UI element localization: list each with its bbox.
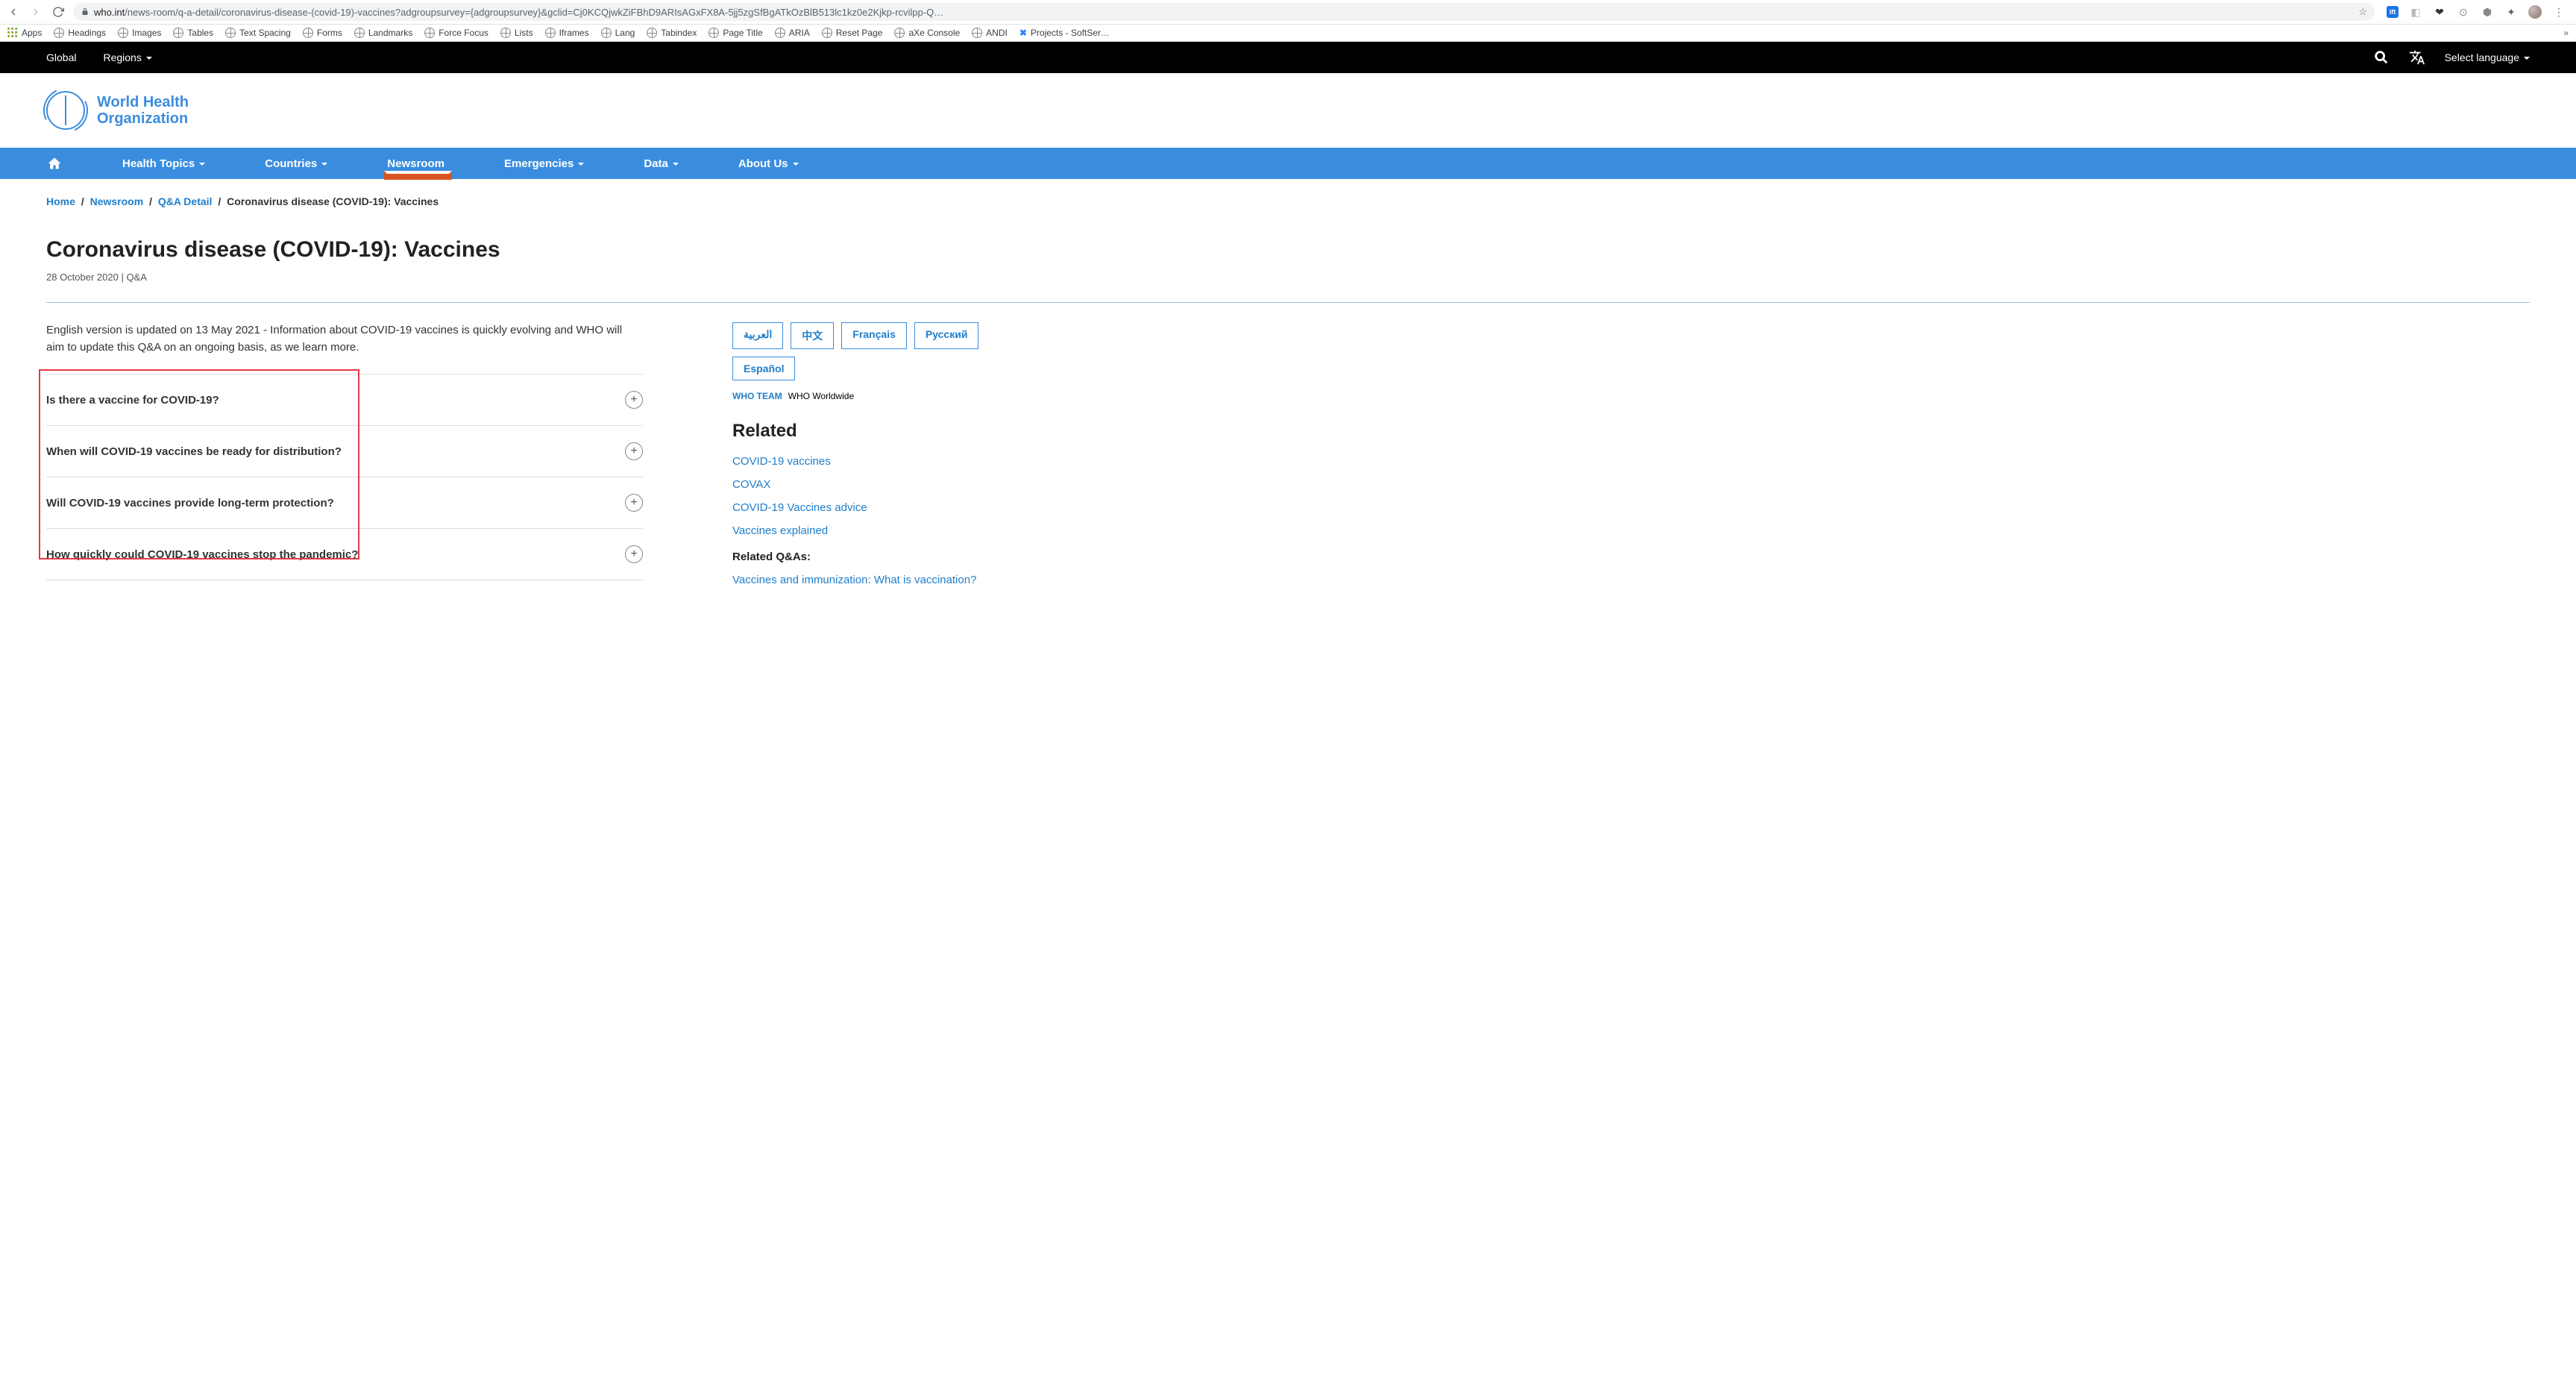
main-nav: Health Topics Countries Newsroom Emergen… [0,148,2576,179]
bookmark-item[interactable]: Tables [173,28,213,38]
bookmark-item[interactable]: aXe Console [894,28,960,38]
lang-chip[interactable]: 中文 [791,322,834,349]
bookmark-item[interactable]: Lists [500,28,533,38]
bookmark-item[interactable]: Tabindex [647,28,697,38]
breadcrumb-qa-detail[interactable]: Q&A Detail [158,195,213,207]
ext-icon[interactable]: ⊙ [2457,5,2470,19]
bookmark-item[interactable]: Lang [601,28,635,38]
ext-icon[interactable]: ⬢ [2481,5,2494,19]
who-emblem-icon [46,91,85,130]
back-button[interactable] [6,4,21,19]
nav-countries[interactable]: Countries [265,150,327,178]
bookmark-item[interactable]: ✖Projects - SoftSer… [1020,28,1110,38]
extension-icons: ift ◧ ❤ ⊙ ⬢ ✦ ⋮ [2382,5,2570,19]
lang-chip[interactable]: Русский [914,322,979,349]
accordion-item[interactable]: Will COVID-19 vaccines provide long-term… [46,477,643,529]
address-bar[interactable]: who.int/news-room/q-a-detail/coronavirus… [73,3,2375,21]
related-qas-heading: Related Q&As: [732,551,1008,563]
bookmark-apps[interactable]: Apps [7,28,42,38]
reload-button[interactable] [51,4,66,19]
nav-emergencies[interactable]: Emergencies [504,150,584,178]
related-heading: Related [732,421,1008,442]
logo-text: World HealthOrganization [97,94,189,127]
ext-icon[interactable]: ift [2387,6,2398,18]
related-link[interactable]: Vaccines explained [732,524,1008,537]
related-qa-link[interactable]: Vaccines and immunization: What is vacci… [732,574,1008,586]
translate-icon[interactable] [2409,49,2425,66]
bookmark-item[interactable]: Page Title [709,28,762,38]
bookmark-item[interactable]: Landmarks [354,28,412,38]
expand-icon: + [625,494,643,512]
regions-dropdown[interactable]: Regions [103,51,151,63]
intro-text: English version is updated on 13 May 202… [46,322,643,356]
accordion-item[interactable]: When will COVID-19 vaccines be ready for… [46,426,643,477]
bookmark-item[interactable]: Reset Page [822,28,883,38]
page-title: Coronavirus disease (COVID-19): Vaccines [46,237,2530,263]
divider [46,302,2530,303]
expand-icon: + [625,545,643,563]
profile-avatar[interactable] [2528,5,2542,19]
bookmarks-overflow[interactable]: » [2563,28,2569,38]
ext-icon[interactable]: ◧ [2409,5,2422,19]
bookmark-item[interactable]: Images [118,28,161,38]
nav-data[interactable]: Data [644,150,679,178]
expand-icon: + [625,391,643,409]
bookmark-item[interactable]: ANDI [972,28,1008,38]
ext-icon[interactable]: ❤ [2433,5,2446,19]
breadcrumb-current: Coronavirus disease (COVID-19): Vaccines [227,195,439,207]
lang-chip[interactable]: Français [841,322,907,349]
utility-bar: Global Regions Select language [0,42,2576,73]
page-meta: 28 October 2020 | Q&A [46,272,2530,283]
global-link[interactable]: Global [46,51,76,63]
faq-accordion: Is there a vaccine for COVID-19? + When … [46,374,643,580]
bookmark-item[interactable]: Text Spacing [225,28,291,38]
accordion-question: How quickly could COVID-19 vaccines stop… [46,548,358,561]
lang-chip[interactable]: Español [732,357,795,380]
url-text: who.int/news-room/q-a-detail/coronavirus… [94,7,2354,18]
site-logo[interactable]: World HealthOrganization [0,73,2576,148]
menu-icon[interactable]: ⋮ [2552,5,2566,19]
accordion-question: When will COVID-19 vaccines be ready for… [46,445,342,458]
lock-icon [81,7,89,16]
language-chips: العربية 中文 Français Русский Español [732,322,1008,380]
bookmark-item[interactable]: ARIA [775,28,810,38]
accordion-question: Will COVID-19 vaccines provide long-term… [46,497,334,509]
bookmark-item[interactable]: Forms [303,28,342,38]
accordion-item[interactable]: Is there a vaccine for COVID-19? + [46,374,643,426]
bookmark-item[interactable]: Force Focus [424,28,489,38]
bookmarks-bar: Apps Headings Images Tables Text Spacing… [0,25,2576,42]
forward-button[interactable] [28,4,43,19]
bookmark-item[interactable]: Headings [54,28,106,38]
related-link[interactable]: COVAX [732,478,1008,491]
nav-newsroom[interactable]: Newsroom [387,150,444,178]
star-icon[interactable]: ☆ [2358,6,2367,18]
accordion-question: Is there a vaccine for COVID-19? [46,394,219,407]
search-icon[interactable] [2373,49,2390,66]
home-icon[interactable] [46,156,63,171]
who-team: WHO TEAMWHO Worldwide [732,391,1008,401]
language-dropdown[interactable]: Select language [2445,51,2530,63]
breadcrumb: Home / Newsroom / Q&A Detail / Coronavir… [46,179,2530,215]
related-link[interactable]: COVID-19 vaccines [732,455,1008,468]
related-link[interactable]: COVID-19 Vaccines advice [732,501,1008,514]
bookmark-item[interactable]: Iframes [545,28,589,38]
expand-icon: + [625,442,643,460]
breadcrumb-home[interactable]: Home [46,195,75,207]
nav-health-topics[interactable]: Health Topics [122,150,205,178]
nav-about-us[interactable]: About Us [738,150,799,178]
extensions-icon[interactable]: ✦ [2504,5,2518,19]
accordion-item[interactable]: How quickly could COVID-19 vaccines stop… [46,529,643,580]
breadcrumb-newsroom[interactable]: Newsroom [90,195,144,207]
lang-chip[interactable]: العربية [732,322,783,349]
browser-toolbar: who.int/news-room/q-a-detail/coronavirus… [0,0,2576,25]
